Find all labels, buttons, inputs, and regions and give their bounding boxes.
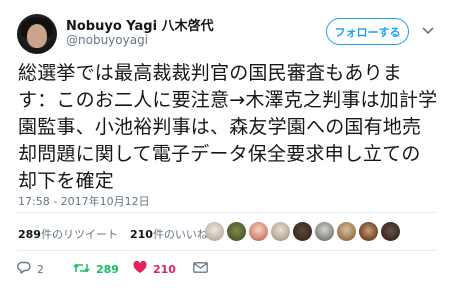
like-stat[interactable]: 210件のいいね xyxy=(130,228,208,241)
retweet-stat[interactable]: 289件のリツイート xyxy=(18,228,118,241)
liker-avatar[interactable] xyxy=(205,222,224,241)
retweet-button[interactable]: 289 xyxy=(73,262,133,277)
liker-avatars xyxy=(205,222,400,242)
envelope-icon xyxy=(193,262,208,276)
liker-avatar[interactable] xyxy=(359,222,378,241)
reply-count: 2 xyxy=(37,262,44,276)
liker-avatar[interactable] xyxy=(381,222,400,241)
avatar[interactable] xyxy=(17,14,57,54)
like-count: 210 xyxy=(153,262,176,276)
tweet-card: Nobuyo Yagi 八木啓代 @nobuyoyagi フォローする 総選挙で… xyxy=(0,0,450,306)
liker-avatar[interactable] xyxy=(337,222,356,241)
liker-avatar[interactable] xyxy=(249,222,268,241)
divider xyxy=(17,212,436,213)
like-button[interactable]: 210 xyxy=(133,260,193,277)
engagement-stats: 289件のリツイート 210件のいいね xyxy=(18,226,208,242)
retweet-icon xyxy=(73,262,90,277)
retweet-count: 289 xyxy=(96,262,119,276)
display-name[interactable]: Nobuyo Yagi 八木啓代 xyxy=(66,15,214,34)
liker-avatar[interactable] xyxy=(315,222,334,241)
direct-message-button[interactable] xyxy=(193,262,213,276)
follow-button[interactable]: フォローする xyxy=(326,18,409,45)
liker-avatar[interactable] xyxy=(271,222,290,241)
reply-icon xyxy=(17,261,31,277)
reply-button[interactable]: 2 xyxy=(17,261,73,277)
divider xyxy=(17,250,436,251)
liker-avatar[interactable] xyxy=(293,222,312,241)
liker-avatar[interactable] xyxy=(227,222,246,241)
tweet-timestamp[interactable]: 17:58 - 2017年10月12日 xyxy=(18,193,150,209)
tweet-text: 総選挙では最高裁裁判官の国民審査もあります：このお二人に要注意→木澤克之判事は加… xyxy=(18,62,438,192)
user-handle[interactable]: @nobuyoyagi xyxy=(66,33,148,47)
chevron-down-icon[interactable] xyxy=(421,24,435,38)
heart-icon xyxy=(133,260,147,277)
tweet-actions: 2 289 210 xyxy=(17,260,213,278)
